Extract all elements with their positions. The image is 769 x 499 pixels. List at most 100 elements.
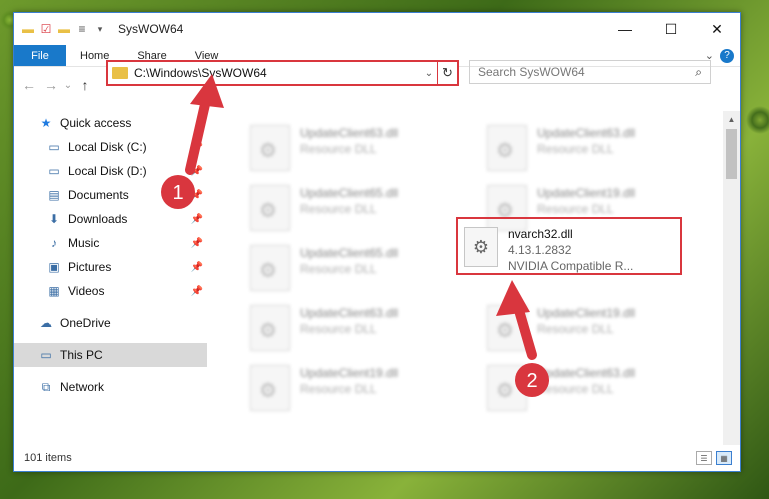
new-folder-icon[interactable]: ▬ [56,21,72,37]
pictures-icon: ▣ [48,260,60,274]
file-item[interactable]: UpdateClient19.dll Resource DLL [250,365,398,421]
vertical-scrollbar[interactable]: ▲ ▼ [723,111,740,456]
cloud-icon: ☁ [40,316,52,330]
sidebar-item-label: Quick access [60,116,132,130]
forward-button[interactable]: → [40,74,62,96]
file-name: UpdateClient65.dll [300,246,399,260]
sidebar-item-label: This PC [60,348,103,362]
dll-file-icon [250,125,290,171]
file-name: UpdateClient19.dll [537,306,636,320]
documents-icon: ▤ [48,188,60,202]
close-button[interactable]: ✕ [694,13,740,45]
star-icon: ★ [40,116,52,130]
pin-icon: 📌 [190,237,203,249]
download-icon: ⬇ [48,212,60,226]
window-title: SysWOW64 [118,22,184,36]
sidebar-item-videos[interactable]: ▦ Videos 📌 [14,279,207,303]
sidebar-item-label: Pictures [68,260,112,274]
dll-file-icon [250,305,290,351]
maximize-button[interactable]: ☐ [648,13,694,45]
videos-icon: ▦ [48,284,60,298]
file-item[interactable]: UpdateClient63.dll Resource DLL [250,305,398,361]
dll-file-icon [487,125,527,171]
file-item[interactable]: UpdateClient65.dll Resource DLL [250,245,398,301]
help-icon[interactable]: ? [720,48,734,63]
sidebar-item-documents[interactable]: ▤ Documents 📌 [14,183,207,207]
scroll-thumb[interactable] [726,129,737,179]
computer-icon: ▭ [40,348,52,362]
sidebar-item-quick-access[interactable]: ★ Quick access [14,111,207,135]
music-icon: ♪ [51,236,57,250]
file-name: UpdateClient65.dll [300,186,399,200]
file-item[interactable]: UpdateClient19.dll Resource DLL [487,305,635,361]
sidebar-item-downloads[interactable]: ⬇ Downloads 📌 [14,207,207,231]
sidebar-item-label: OneDrive [60,316,111,330]
file-name: UpdateClient19.dll [300,366,399,380]
sidebar-item-label: Downloads [68,212,128,226]
sidebar-item-label: Videos [68,284,105,298]
item-count: 101 items [24,452,72,464]
folder-icon[interactable]: ▬ [20,21,36,37]
sidebar-item-label: Local Disk (D:) [68,164,147,178]
address-path[interactable]: C:\Windows\SysWOW64 [134,66,421,80]
file-description: NVIDIA Compatible R... [508,259,634,273]
dll-file-icon [487,305,527,351]
qat-chevron-icon[interactable]: ▾ [92,21,108,37]
sidebar-item-label: Music [68,236,100,250]
sidebar-item-label: Network [60,380,105,394]
file-description: Resource DLL [300,142,377,156]
file-description: Resource DLL [537,142,614,156]
pin-icon: 📌 [190,261,203,273]
file-description: Resource DLL [300,262,377,276]
sidebar-item-this-pc[interactable]: ▭ This PC [14,343,207,367]
file-item[interactable]: UpdateClient63.dll Resource DLL [487,125,635,181]
network-icon: ⧉ [41,379,51,394]
navigation-pane: ★ Quick access ▭ Local Disk (C:) 📌 ▭ Local Dis… [14,111,207,411]
file-description: Resource DLL [300,202,377,216]
sidebar-item-music[interactable]: ♪ Music 📌 [14,231,207,255]
drive-icon: ▭ [48,140,60,154]
status-bar: 101 items ☰ ▦ [14,445,740,471]
search-placeholder[interactable]: Search SysWOW64 [478,65,585,79]
file-list: UpdateClient63.dllResource DLLUpdateClie… [210,111,720,456]
search-icon[interactable]: ⌕ [695,65,702,80]
dll-file-icon [250,365,290,411]
highlighted-file-item[interactable]: ⚙ nvarch32.dll 4.13.1.2832 NVIDIA Compat… [456,217,682,275]
file-version: 4.13.1.2832 [508,243,572,257]
sidebar-item-local-disk-d[interactable]: ▭ Local Disk (D:) 📌 [14,159,207,183]
tiles-view-icon[interactable]: ▦ [716,451,732,465]
sidebar-item-network[interactable]: ⧉ Network [14,375,207,399]
file-name: UpdateClient63.dll [537,366,636,380]
address-bar[interactable]: C:\Windows\SysWOW64 ⌄ ↻ [106,60,459,86]
file-item[interactable]: UpdateClient63.dll Resource DLL [250,125,398,181]
details-view-icon[interactable]: ☰ [696,451,712,465]
sidebar-item-local-disk-c[interactable]: ▭ Local Disk (C:) 📌 [14,135,207,159]
pin-icon: 📌 [190,141,203,153]
file-description: Resource DLL [537,202,614,216]
sidebar-item-onedrive[interactable]: ☁ OneDrive [14,311,207,335]
file-description: Resource DLL [537,322,614,336]
up-button[interactable]: ↑ [74,74,96,96]
tab-file[interactable]: File [14,45,66,66]
properties-check-icon[interactable]: ☑ [38,21,54,37]
search-input[interactable]: Search SysWOW64 ⌕ [469,60,711,84]
file-name: UpdateClient63.dll [300,306,399,320]
pin-icon: 📌 [190,285,203,297]
title-bar: ▬ ☑ ▬ ≡ ▾ SysWOW64 — ☐ ✕ [14,13,740,45]
recent-locations-button[interactable]: ⌄ [62,74,74,96]
sidebar-item-pictures[interactable]: ▣ Pictures 📌 [14,255,207,279]
scroll-up-icon[interactable]: ▲ [723,111,740,127]
file-item[interactable]: UpdateClient63.dll Resource DLL [487,365,635,421]
back-button[interactable]: ← [18,74,40,96]
file-name: UpdateClient19.dll [537,186,636,200]
file-item[interactable]: UpdateClient65.dll Resource DLL [250,185,398,241]
address-dropdown-icon[interactable]: ⌄ [421,68,437,79]
minimize-button[interactable]: — [602,13,648,45]
file-description: Resource DLL [300,382,377,396]
customize-dropdown-icon[interactable]: ≡ [74,21,90,37]
sidebar-item-label: Local Disk (C:) [68,140,147,154]
refresh-button[interactable]: ↻ [437,62,457,84]
file-name: UpdateClient63.dll [300,126,399,140]
dll-file-icon [250,185,290,231]
file-name: UpdateClient63.dll [537,126,636,140]
